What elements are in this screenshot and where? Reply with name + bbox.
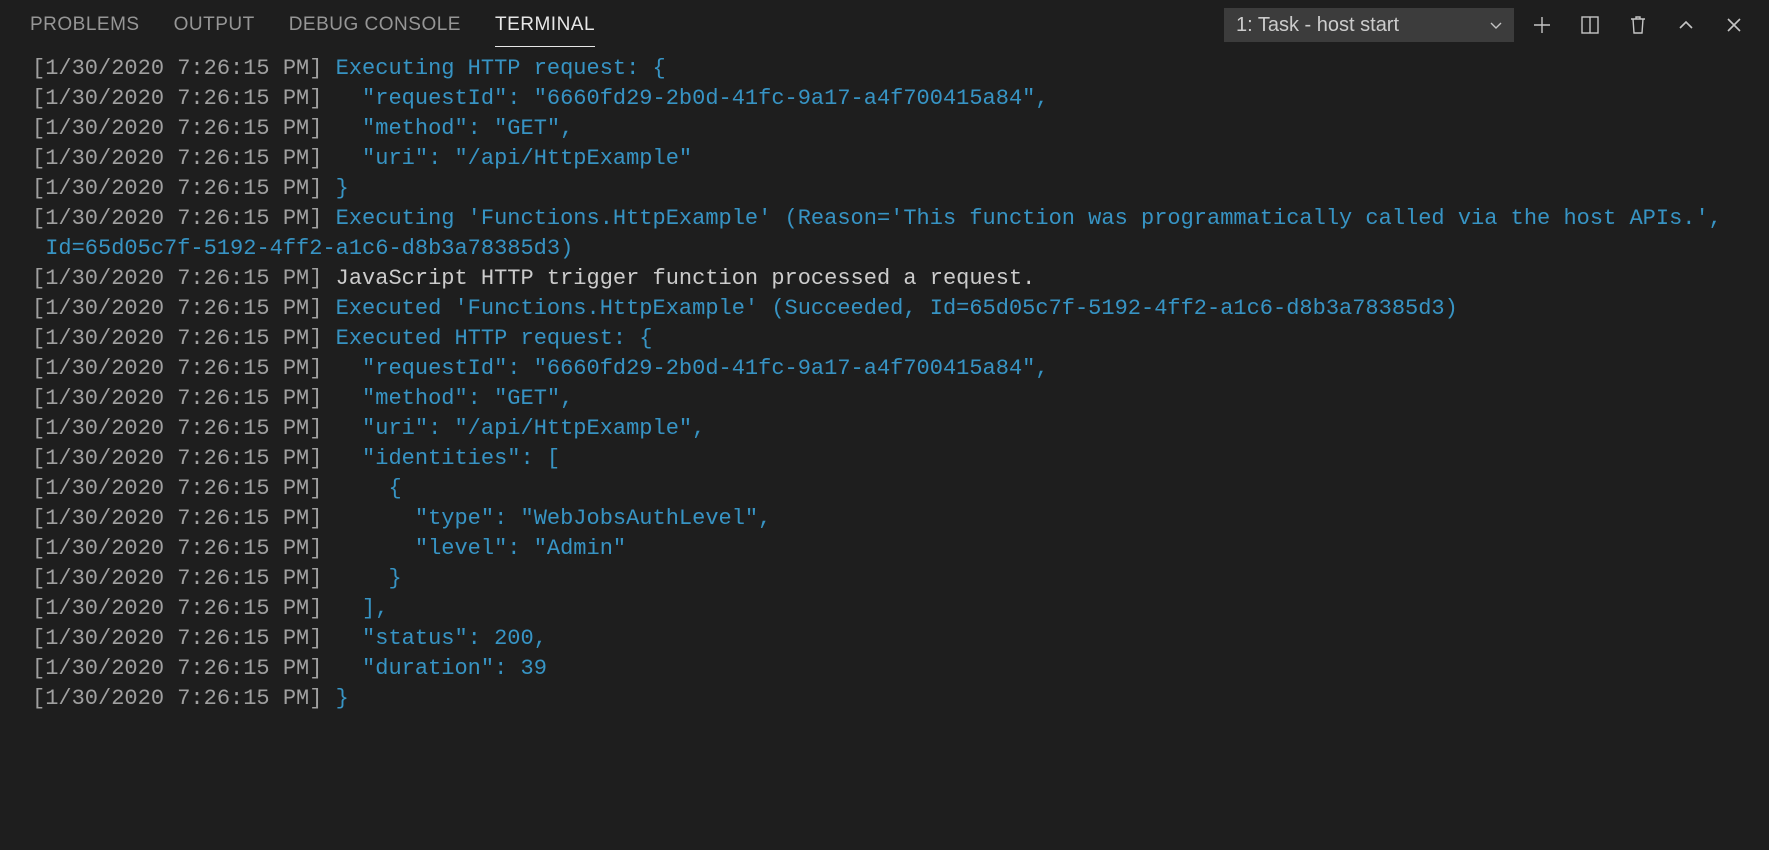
close-panel-button[interactable] bbox=[1714, 8, 1754, 42]
terminal-line: [1/30/2020 7:26:15 PM] Executing HTTP re… bbox=[32, 54, 1769, 84]
terminal-line: Id=65d05c7f-5192-4ff2-a1c6-d8b3a78385d3) bbox=[32, 234, 1769, 264]
plus-icon bbox=[1531, 14, 1553, 36]
terminal-line: [1/30/2020 7:26:15 PM] "uri": "/api/Http… bbox=[32, 144, 1769, 174]
tab-problems[interactable]: PROBLEMS bbox=[30, 4, 140, 47]
kill-terminal-button[interactable] bbox=[1618, 8, 1658, 42]
panel-header: PROBLEMS OUTPUT DEBUG CONSOLE TERMINAL 1… bbox=[0, 0, 1769, 50]
terminal-line: [1/30/2020 7:26:15 PM] "status": 200, bbox=[32, 624, 1769, 654]
terminal-line: [1/30/2020 7:26:15 PM] "method": "GET", bbox=[32, 114, 1769, 144]
chevron-down-icon bbox=[1488, 17, 1504, 33]
terminal-line: [1/30/2020 7:26:15 PM] } bbox=[32, 564, 1769, 594]
split-terminal-button[interactable] bbox=[1570, 8, 1610, 42]
terminal-line: [1/30/2020 7:26:15 PM] "level": "Admin" bbox=[32, 534, 1769, 564]
trash-icon bbox=[1628, 14, 1648, 36]
terminal-line: [1/30/2020 7:26:15 PM] "method": "GET", bbox=[32, 384, 1769, 414]
terminal-line: [1/30/2020 7:26:15 PM] Executed HTTP req… bbox=[32, 324, 1769, 354]
maximize-panel-button[interactable] bbox=[1666, 8, 1706, 42]
terminal-line: [1/30/2020 7:26:15 PM] } bbox=[32, 174, 1769, 204]
panel-tabs: PROBLEMS OUTPUT DEBUG CONSOLE TERMINAL bbox=[30, 4, 1224, 47]
chevron-up-icon bbox=[1676, 15, 1696, 35]
terminal-line: [1/30/2020 7:26:15 PM] "type": "WebJobsA… bbox=[32, 504, 1769, 534]
terminal-line: [1/30/2020 7:26:15 PM] { bbox=[32, 474, 1769, 504]
split-horizontal-icon bbox=[1579, 14, 1601, 36]
tab-debug-console[interactable]: DEBUG CONSOLE bbox=[289, 4, 461, 47]
terminal-line: [1/30/2020 7:26:15 PM] Executing 'Functi… bbox=[32, 204, 1769, 234]
close-icon bbox=[1724, 15, 1744, 35]
terminal-line: [1/30/2020 7:26:15 PM] "duration": 39 bbox=[32, 654, 1769, 684]
tab-output[interactable]: OUTPUT bbox=[174, 4, 255, 47]
terminal-line: [1/30/2020 7:26:15 PM] } bbox=[32, 684, 1769, 714]
terminal-selector-label: 1: Task - host start bbox=[1236, 14, 1399, 37]
terminal-line: [1/30/2020 7:26:15 PM] ], bbox=[32, 594, 1769, 624]
terminal-line: [1/30/2020 7:26:15 PM] "uri": "/api/Http… bbox=[32, 414, 1769, 444]
terminal-output[interactable]: [1/30/2020 7:26:15 PM] Executing HTTP re… bbox=[0, 50, 1769, 714]
terminal-line: [1/30/2020 7:26:15 PM] "identities": [ bbox=[32, 444, 1769, 474]
terminal-line: [1/30/2020 7:26:15 PM] "requestId": "666… bbox=[32, 354, 1769, 384]
panel-actions: 1: Task - host start bbox=[1224, 8, 1754, 42]
terminal-line: [1/30/2020 7:26:15 PM] Executed 'Functio… bbox=[32, 294, 1769, 324]
terminal-selector[interactable]: 1: Task - host start bbox=[1224, 8, 1514, 42]
terminal-line: [1/30/2020 7:26:15 PM] JavaScript HTTP t… bbox=[32, 264, 1769, 294]
terminal-line: [1/30/2020 7:26:15 PM] "requestId": "666… bbox=[32, 84, 1769, 114]
new-terminal-button[interactable] bbox=[1522, 8, 1562, 42]
tab-terminal[interactable]: TERMINAL bbox=[495, 4, 595, 47]
